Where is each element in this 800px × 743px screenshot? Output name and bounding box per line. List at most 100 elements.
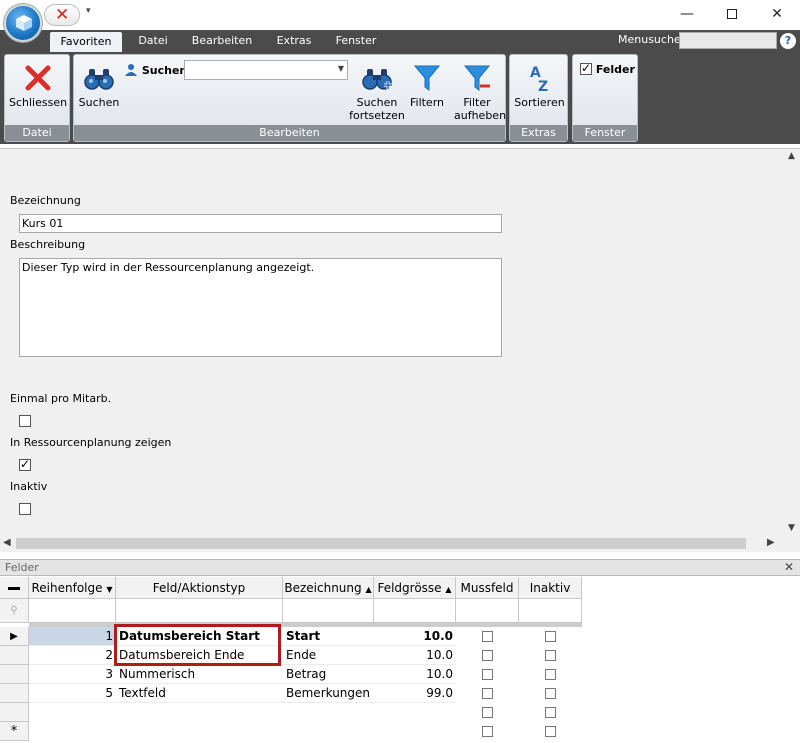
maximize-button[interactable]: [717, 4, 747, 24]
bezeichnung-input[interactable]: Kurs 01: [19, 214, 502, 233]
suchen-button[interactable]: Suchen: [76, 63, 122, 109]
felder-toggle[interactable]: Felder: [580, 61, 635, 76]
funnel-remove-icon: [463, 65, 491, 91]
row-header-new[interactable]: *: [0, 722, 29, 741]
svg-text:Z: Z: [538, 79, 548, 93]
row-header[interactable]: [0, 684, 29, 703]
cell-bezeichnung[interactable]: Start: [283, 627, 374, 646]
cell-feldgroesse[interactable]: 10.0: [374, 627, 456, 646]
schliessen-button[interactable]: Schliessen: [9, 63, 67, 109]
scrollbar-thumb[interactable]: [16, 538, 746, 549]
inaktiv-checkbox[interactable]: [545, 650, 556, 661]
group-caption-bearbeiten: Bearbeiten: [74, 125, 505, 141]
group-caption-datei: Datei: [5, 125, 69, 141]
einmal-checkbox[interactable]: [19, 415, 31, 427]
scroll-down-icon[interactable]: ▼: [788, 523, 795, 533]
tab-datei[interactable]: Datei: [128, 30, 178, 52]
column-header-bezeichnung[interactable]: Bezeichnung ▲: [283, 577, 374, 599]
column-header-feldgroesse[interactable]: Feldgrösse ▲: [374, 577, 456, 599]
column-header-feld[interactable]: Feld/Aktionstyp: [116, 577, 283, 599]
title-bar: ✕ ▾ — ✕: [0, 0, 800, 42]
ribbon-group-fenster: Felder Fenster: [572, 54, 638, 142]
scroll-up-icon[interactable]: ▲: [788, 151, 795, 161]
cell-feldgroesse[interactable]: 10.0: [374, 646, 456, 665]
scroll-right-icon[interactable]: ▶: [767, 537, 775, 548]
filter-cell-bezeichnung[interactable]: [283, 599, 374, 623]
ressourcenplanung-checkbox[interactable]: [19, 457, 31, 471]
horizontal-scrollbar[interactable]: ◀ ▶: [0, 535, 785, 552]
felder-checkbox[interactable]: [580, 61, 592, 75]
row-header[interactable]: [0, 665, 29, 684]
cell-feldgroesse[interactable]: 99.0: [374, 684, 456, 703]
cell-reihenfolge[interactable]: 1: [29, 627, 116, 646]
tab-bearbeiten[interactable]: Bearbeiten: [186, 30, 258, 52]
cell-bezeichnung[interactable]: Ende: [283, 646, 374, 665]
sortieren-button[interactable]: A Z Sortieren: [512, 63, 567, 109]
inaktiv-checkbox[interactable]: [545, 631, 556, 642]
column-header-mussfeld[interactable]: Mussfeld: [456, 577, 519, 599]
mussfeld-checkbox[interactable]: [482, 707, 493, 718]
row-header[interactable]: [0, 646, 29, 665]
sortieren-label: Sortieren: [514, 96, 565, 109]
cell-reihenfolge[interactable]: 3: [29, 665, 116, 684]
cell-feld[interactable]: Datumsbereich Start: [116, 627, 283, 646]
mussfeld-checkbox[interactable]: [482, 688, 493, 699]
close-icon: ✕: [55, 5, 70, 25]
cell-feld[interactable]: Textfeld: [116, 684, 283, 703]
inaktiv-checkbox[interactable]: [545, 707, 556, 718]
filter-cell-feld[interactable]: [116, 599, 283, 623]
mussfeld-checkbox[interactable]: [482, 650, 493, 661]
close-icon[interactable]: ✕: [784, 560, 794, 575]
suchen-fortsetzen-label-2: fortsetzen: [349, 109, 405, 122]
group-caption-extras: Extras: [510, 125, 567, 141]
inaktiv-checkbox[interactable]: [545, 726, 556, 737]
tab-fenster[interactable]: Fenster: [328, 30, 384, 52]
cell-bezeichnung[interactable]: Betrag: [283, 665, 374, 684]
cell-bezeichnung[interactable]: Bemerkungen: [283, 684, 374, 703]
sort-desc-icon: ▼: [106, 585, 113, 594]
quick-access-dropdown-icon[interactable]: ▾: [86, 6, 91, 16]
ribbon-group-bearbeiten: Suchen Suchen ▼ Suchen fortsetzen Filter…: [73, 54, 506, 142]
search-combobox[interactable]: ▼: [184, 60, 348, 80]
menusuche-label: Menusuche: [618, 33, 681, 46]
inaktiv-checkbox[interactable]: [545, 669, 556, 680]
mussfeld-checkbox[interactable]: [482, 726, 493, 737]
quick-access-close-button[interactable]: ✕: [44, 4, 80, 26]
group-caption-fenster: Fenster: [573, 125, 637, 141]
tab-extras[interactable]: Extras: [268, 30, 320, 52]
tab-favoriten[interactable]: Favoriten: [50, 32, 122, 52]
cell-reihenfolge[interactable]: 2: [29, 646, 116, 665]
column-header-reihenfolge[interactable]: Reihenfolge ▼: [29, 577, 116, 599]
vertical-scrollbar[interactable]: ▲ ▼: [785, 149, 800, 535]
column-header-inaktiv[interactable]: Inaktiv: [519, 577, 582, 599]
row-header[interactable]: [0, 703, 29, 722]
app-menu-button[interactable]: [4, 4, 42, 42]
filter-aufheben-button[interactable]: Filter aufheben: [454, 63, 506, 122]
minimize-button[interactable]: —: [672, 4, 702, 24]
cell-feld[interactable]: Nummerisch: [116, 665, 283, 684]
cell-feldgroesse[interactable]: 10.0: [374, 665, 456, 684]
mussfeld-checkbox[interactable]: [482, 669, 493, 680]
window-close-button[interactable]: ✕: [762, 4, 792, 24]
filter-cell-inaktiv[interactable]: [519, 599, 582, 623]
inaktiv-checkbox[interactable]: [545, 688, 556, 699]
filter-cell-feldgroesse[interactable]: [374, 599, 456, 623]
beschreibung-textarea[interactable]: Dieser Typ wird in der Ressourcenplanung…: [19, 258, 502, 357]
grid-corner[interactable]: [0, 577, 29, 599]
filter-cell-reihenfolge[interactable]: [29, 599, 116, 623]
mussfeld-checkbox[interactable]: [482, 631, 493, 642]
menusuche-input[interactable]: [679, 32, 777, 49]
row-header-current[interactable]: ▶: [0, 627, 29, 646]
filtern-label: Filtern: [409, 96, 445, 109]
inaktiv-checkbox[interactable]: [19, 503, 31, 515]
cell-reihenfolge[interactable]: 5: [29, 684, 116, 703]
help-button[interactable]: ?: [780, 33, 796, 49]
felder-grid: Reihenfolge ▼ Feld/Aktionstyp Bezeichnun…: [0, 577, 800, 743]
suchen-fortsetzen-button[interactable]: Suchen fortsetzen: [346, 63, 408, 122]
filtern-button[interactable]: Filtern: [406, 63, 448, 109]
cell-feld[interactable]: Datumsbereich Ende: [116, 646, 283, 665]
binoculars-plus-icon: [362, 69, 392, 90]
filter-cell-mussfeld[interactable]: [456, 599, 519, 623]
scroll-left-icon[interactable]: ◀: [3, 537, 11, 548]
chevron-down-icon[interactable]: ▼: [338, 64, 344, 73]
